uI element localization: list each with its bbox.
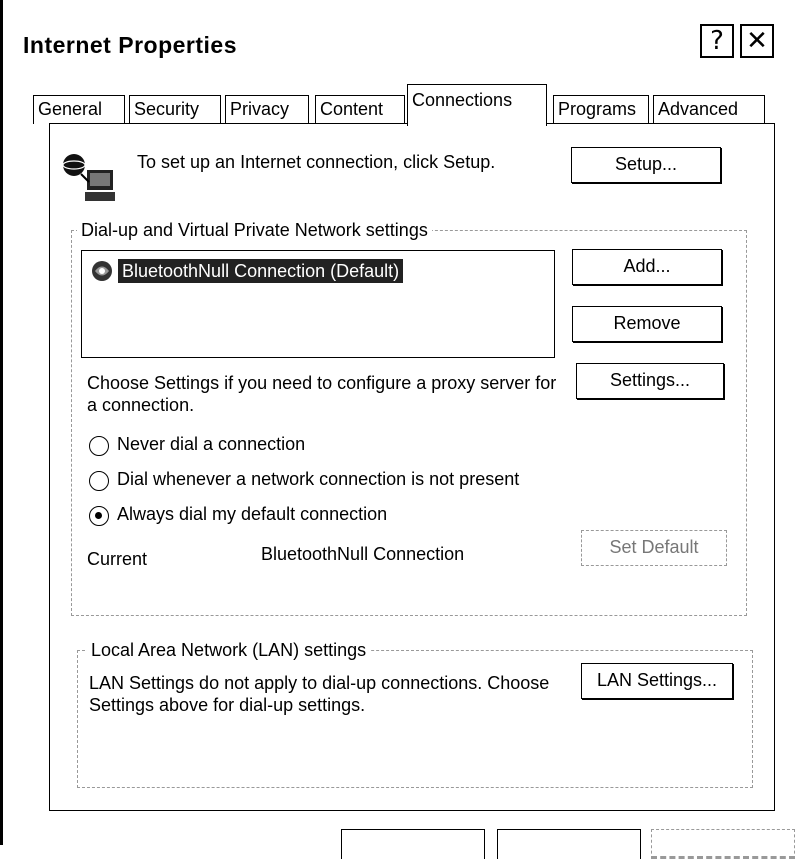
tab-general[interactable]: General xyxy=(33,95,125,124)
connections-listbox[interactable]: BluetoothNull Connection (Default) xyxy=(81,250,555,358)
tab-advanced[interactable]: Advanced xyxy=(653,95,765,124)
lan-settings-button[interactable]: LAN Settings... xyxy=(581,663,733,699)
setup-button[interactable]: Setup... xyxy=(571,147,721,183)
cancel-button[interactable] xyxy=(497,829,641,859)
dialup-connection-icon xyxy=(90,259,114,283)
tab-privacy[interactable]: Privacy xyxy=(225,95,309,124)
radio-always-dial[interactable] xyxy=(89,506,109,526)
tab-security[interactable]: Security xyxy=(129,95,221,124)
proxy-instructions: Choose Settings if you need to configure… xyxy=(87,373,557,415)
help-button[interactable]: ? xyxy=(700,24,734,58)
network-computer-icon xyxy=(59,148,119,208)
current-label: Current xyxy=(87,549,148,569)
radio-dial-whenever[interactable] xyxy=(89,471,109,491)
internet-properties-window: Internet Properties ? ✕ General Security… xyxy=(0,0,797,859)
close-icon: ✕ xyxy=(746,26,768,56)
radio-never-dial-label[interactable]: Never dial a connection xyxy=(117,433,305,455)
window-title: Internet Properties xyxy=(23,32,237,58)
radio-dial-whenever-label[interactable]: Dial whenever a network connection is no… xyxy=(117,468,519,490)
settings-button[interactable]: Settings... xyxy=(576,363,724,399)
remove-button[interactable]: Remove xyxy=(572,306,722,342)
tab-content[interactable]: Content xyxy=(315,95,405,124)
tab-connections[interactable]: Connections xyxy=(407,84,547,126)
radio-always-dial-label[interactable]: Always dial my default connection xyxy=(117,503,387,525)
lan-group-label: Local Area Network (LAN) settings xyxy=(87,640,371,661)
radio-never-dial[interactable] xyxy=(89,436,109,456)
add-button[interactable]: Add... xyxy=(572,249,722,285)
setup-instructions: To set up an Internet connection, click … xyxy=(137,152,496,172)
apply-button[interactable] xyxy=(651,829,795,859)
tab-programs[interactable]: Programs xyxy=(553,95,649,124)
ok-button[interactable] xyxy=(341,829,485,859)
radio-selected-dot xyxy=(95,512,102,519)
help-icon: ? xyxy=(710,26,724,56)
dialup-group-label: Dial-up and Virtual Private Network sett… xyxy=(77,220,432,241)
close-button[interactable]: ✕ xyxy=(740,24,774,58)
set-default-button[interactable]: Set Default xyxy=(581,530,727,566)
lan-instructions: LAN Settings do not apply to dial-up con… xyxy=(89,673,550,715)
current-connection-value: BluetoothNull Connection xyxy=(261,544,465,564)
connection-item-bluetoothnull[interactable]: BluetoothNull Connection (Default) xyxy=(118,259,404,283)
title-bar[interactable]: Internet Properties ? ✕ xyxy=(3,22,797,72)
